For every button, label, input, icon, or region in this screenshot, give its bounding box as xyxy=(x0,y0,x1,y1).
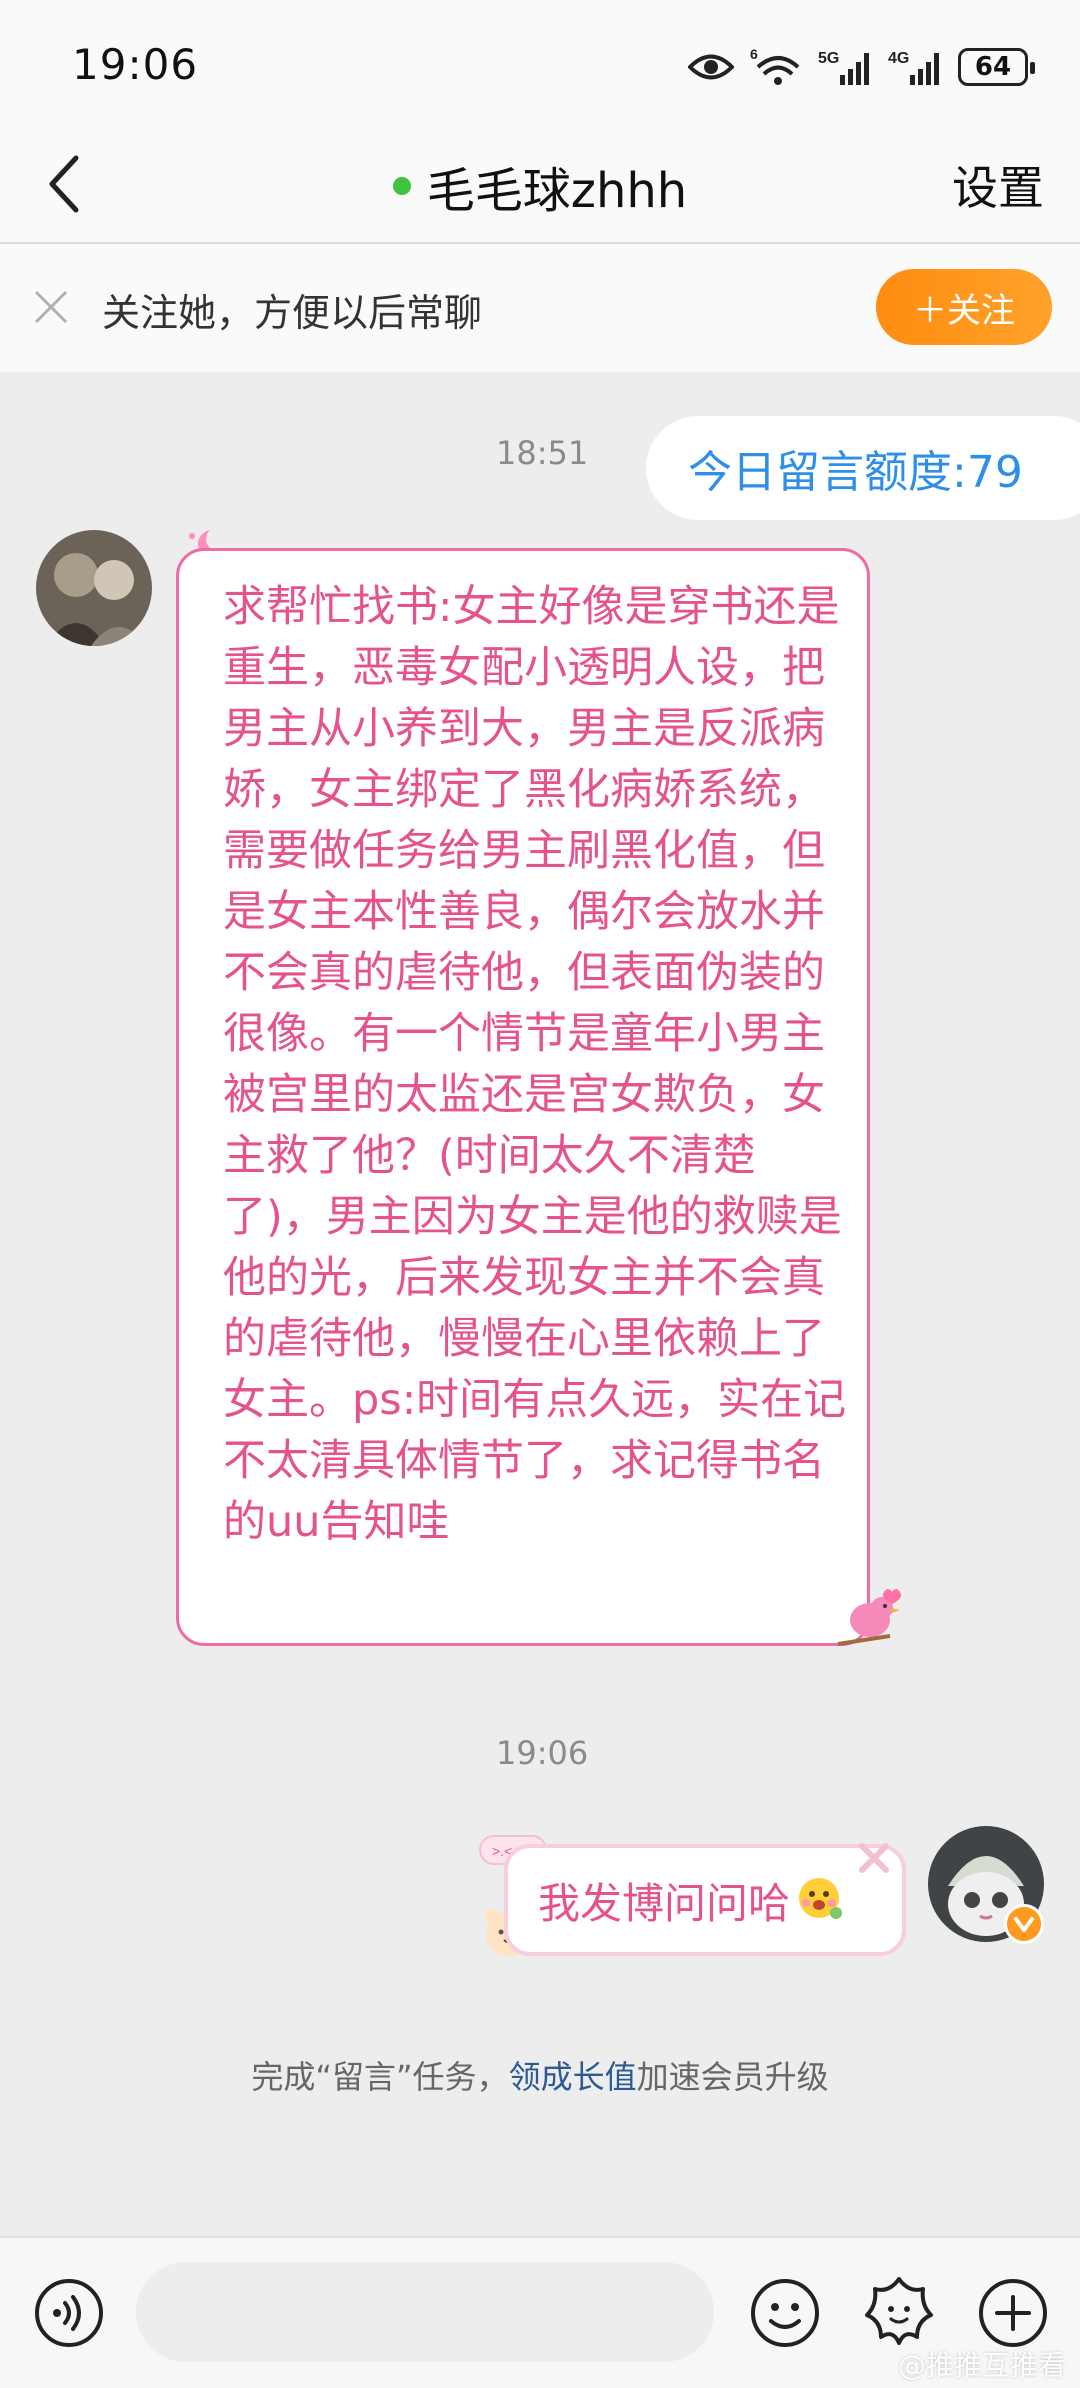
sparkle-sticker-icon xyxy=(854,1838,894,1882)
verified-badge-icon xyxy=(1004,1904,1044,1944)
svg-text:4G: 4G xyxy=(888,50,909,67)
bird-sticker-icon xyxy=(834,1586,904,1656)
growth-value-link[interactable]: 领成长值 xyxy=(509,2058,637,2096)
svg-text:5G: 5G xyxy=(818,50,839,67)
follow-prompt-text: 关注她，方便以后常聊 xyxy=(102,291,483,335)
chat-header: 毛毛球zhhh 设置 xyxy=(0,130,1080,244)
sticker-button[interactable] xyxy=(860,2272,938,2350)
add-button[interactable] xyxy=(974,2274,1052,2352)
online-status-dot xyxy=(392,177,411,195)
message-timestamp: 18:51 xyxy=(496,434,589,472)
quota-message-bubble: 今日留言额度:79 xyxy=(646,416,1080,520)
settings-button[interactable]: 设置 xyxy=(952,152,1044,218)
contact-avatar[interactable] xyxy=(36,530,152,646)
emoji-button[interactable] xyxy=(746,2274,824,2352)
back-button[interactable] xyxy=(28,148,100,220)
smiley-icon xyxy=(751,2279,819,2347)
incoming-message-bubble[interactable]: 求帮忙找书:女主好像是穿书还是重生，恶毒女配小透明人设，把男主从小养到大，男主是… xyxy=(176,548,870,1646)
outgoing-message-text: 我发博问问哈 xyxy=(538,1878,791,1928)
battery-icon: 64 xyxy=(958,48,1035,86)
status-icons: 6 5G 4G 64 xyxy=(688,42,1035,92)
sticker-flower-icon xyxy=(865,2277,933,2345)
message-input[interactable] xyxy=(136,2262,714,2362)
battery-level: 64 xyxy=(974,52,1012,82)
title-wrap: 毛毛球zhhh xyxy=(0,130,1080,242)
task-notice-prefix: 完成“留言”任务， xyxy=(251,2058,509,2096)
message-timestamp: 19:06 xyxy=(496,1734,589,1772)
chevron-left-icon xyxy=(49,155,79,213)
incoming-message-text: 求帮忙找书:女主好像是穿书还是重生，恶毒女配小透明人设，把男主从小养到大，男主是… xyxy=(223,582,847,1547)
task-notice-suffix: 加速会员升级 xyxy=(636,2058,829,2096)
outgoing-message-bubble[interactable]: 我发博问问哈 xyxy=(504,1844,906,1956)
svg-text:6: 6 xyxy=(750,47,758,62)
quota-message-text: 今日留言额度:79 xyxy=(688,447,1023,498)
status-bar: 19:06 6 5G 4G 64 xyxy=(0,0,1080,130)
follow-button[interactable]: ＋关注 xyxy=(876,269,1052,345)
wifi-icon: 6 xyxy=(750,47,802,87)
voice-button[interactable] xyxy=(30,2274,108,2352)
page-title: 毛毛球zhhh xyxy=(426,163,688,219)
status-time: 19:06 xyxy=(72,40,199,89)
signal-5g-icon: 5G xyxy=(818,47,872,87)
close-icon[interactable] xyxy=(30,286,72,328)
face-emoji-icon xyxy=(794,1873,844,1927)
voice-icon xyxy=(35,2279,103,2347)
plus-circle-icon xyxy=(979,2279,1047,2347)
task-notice: 完成“留言”任务，领成长值加速会员升级 xyxy=(0,2052,1080,2098)
watermark-text: @推推互推看 xyxy=(897,2349,1066,2382)
eye-icon xyxy=(688,52,734,82)
signal-4g-icon: 4G xyxy=(888,47,942,87)
